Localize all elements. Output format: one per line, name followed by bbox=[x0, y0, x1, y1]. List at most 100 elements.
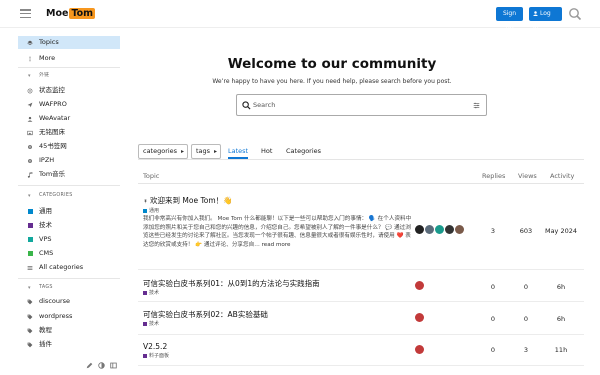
section-heading: TAGS bbox=[39, 285, 53, 290]
sidebar-item-label: 45书签网 bbox=[39, 142, 67, 150]
sidebar-item-topics[interactable]: Topics bbox=[18, 36, 120, 49]
sidebar-category-cms[interactable]: CMS bbox=[18, 247, 120, 260]
column-views[interactable]: Views bbox=[518, 172, 537, 180]
sidebar-item-bookmarks[interactable]: 45书签网 bbox=[18, 140, 120, 153]
sidebar-section-tags[interactable]: ▾ TAGS bbox=[18, 283, 120, 293]
sidebar-item-label: Tom音乐 bbox=[39, 170, 66, 178]
topic-excerpt: 我们非常高兴有你加入我们。 Moe Tom 什么都能聊！以下是一些可以帮助您入门… bbox=[143, 215, 413, 249]
reply-count: 3 bbox=[490, 227, 496, 235]
tag-icon bbox=[27, 342, 33, 347]
search-input[interactable]: Search bbox=[236, 94, 487, 116]
send-icon bbox=[27, 102, 33, 107]
topic-title-text: 欢迎来到 Moe Tom！👋 bbox=[150, 196, 233, 205]
sign-up-button[interactable]: Sign Up bbox=[496, 7, 523, 31]
logo-text-moe: Moe bbox=[46, 8, 69, 19]
category-swatch bbox=[28, 237, 33, 242]
sidebar-item-wafpro[interactable]: WAFPRO bbox=[18, 98, 120, 111]
column-activity[interactable]: Activity bbox=[550, 172, 574, 180]
section-heading: CATEGORIES bbox=[39, 193, 73, 198]
topic-title[interactable]: V2.5.2 bbox=[143, 342, 167, 351]
tag-icon bbox=[27, 328, 33, 333]
reply-count: 0 bbox=[490, 346, 496, 354]
tags-dropdown[interactable]: tags ▸ bbox=[191, 144, 221, 159]
sidebar: Topics More ▾ 外链 状态监控 WAFPRO WeAvatar 无铭… bbox=[18, 36, 120, 375]
sidebar-item-label: discourse bbox=[39, 297, 71, 305]
topic-row[interactable]: 可信实验白皮书系列02：AB实验基础 技术 0 0 6h bbox=[138, 303, 584, 335]
sidebar-item-label: WAFPRO bbox=[39, 100, 67, 108]
topic-title[interactable]: 可信实验白皮书系列02：AB实验基础 bbox=[143, 309, 268, 320]
topic-category[interactable]: 技术 bbox=[143, 289, 159, 296]
tag-icon bbox=[27, 299, 33, 304]
sidebar-item-label: 教程 bbox=[39, 326, 52, 334]
sidebar-item-status[interactable]: 状态监控 bbox=[18, 84, 120, 97]
categories-dropdown[interactable]: categories ▸ bbox=[138, 144, 188, 159]
avatar[interactable] bbox=[425, 225, 434, 234]
topic-row[interactable]: V2.5.2 料子面板 0 3 11h bbox=[138, 336, 584, 366]
welcome-title: Welcome to our community bbox=[227, 56, 437, 72]
sidebar-divider bbox=[18, 185, 120, 186]
avatar[interactable] bbox=[415, 281, 424, 290]
topic-category[interactable]: 料子面板 bbox=[143, 352, 169, 359]
category-label: 技术 bbox=[149, 321, 160, 327]
topic-title[interactable]: 欢迎来到 Moe Tom！👋 bbox=[143, 195, 232, 206]
avatar[interactable] bbox=[415, 345, 424, 354]
topic-category[interactable]: 技术 bbox=[143, 320, 159, 327]
search-icon bbox=[242, 101, 251, 110]
category-swatch bbox=[143, 208, 147, 213]
sidebar-collapse-icon[interactable] bbox=[110, 362, 117, 369]
sidebar-category-general[interactable]: 通用 bbox=[18, 205, 120, 218]
sidebar-item-weavatar[interactable]: WeAvatar bbox=[18, 112, 120, 125]
sidebar-category-tech[interactable]: 技术 bbox=[18, 219, 120, 232]
sidebar-tag-plugin[interactable]: 插件 bbox=[18, 338, 120, 351]
activity-time[interactable]: 11h bbox=[541, 346, 581, 354]
search-icon[interactable] bbox=[568, 7, 582, 21]
avatar[interactable] bbox=[415, 225, 424, 234]
sidebar-item-music[interactable]: Tom音乐 bbox=[18, 168, 120, 181]
chevron-down-icon: ▾ bbox=[28, 285, 31, 291]
sidebar-footer bbox=[86, 362, 126, 370]
avatar[interactable] bbox=[415, 313, 424, 322]
sidebar-all-categories[interactable]: All categories bbox=[18, 261, 120, 274]
sidebar-tag-wordpress[interactable]: wordpress bbox=[18, 310, 120, 323]
search-options-icon[interactable] bbox=[473, 102, 480, 109]
read-more-link[interactable]: read more bbox=[262, 242, 291, 248]
activity-time[interactable]: 6h bbox=[541, 315, 581, 323]
sidebar-tag-tutorial[interactable]: 教程 bbox=[18, 324, 120, 337]
log-in-button[interactable]: Log In bbox=[529, 7, 562, 31]
sidebar-section-categories[interactable]: ▾ CATEGORIES bbox=[18, 191, 120, 201]
hamburger-menu-icon[interactable] bbox=[20, 9, 31, 19]
sidebar-item-label: 状态监控 bbox=[39, 86, 65, 94]
sidebar-item-image-host[interactable]: 无铭图床 bbox=[18, 126, 120, 139]
topic-row[interactable]: 可信实验白皮书系列01：从0到1的方法论与实践指南 技术 0 0 6h bbox=[138, 271, 584, 302]
topic-category[interactable]: 通用 bbox=[143, 207, 159, 214]
avatar[interactable] bbox=[455, 225, 464, 234]
category-swatch bbox=[143, 353, 147, 358]
avatar[interactable] bbox=[435, 225, 444, 234]
sidebar-divider bbox=[18, 67, 120, 68]
tab-hot[interactable]: Hot bbox=[261, 145, 272, 159]
tab-latest[interactable]: Latest bbox=[228, 145, 249, 159]
chevron-right-icon: ▸ bbox=[180, 148, 184, 155]
column-replies[interactable]: Replies bbox=[482, 172, 505, 180]
sidebar-section-links[interactable]: ▾ 外链 bbox=[18, 71, 120, 81]
activity-time[interactable]: May 2024 bbox=[541, 227, 581, 235]
user-icon bbox=[533, 11, 538, 16]
pencil-icon[interactable] bbox=[86, 362, 93, 369]
chevron-down-icon: ▾ bbox=[28, 73, 31, 79]
topic-row[interactable]: 欢迎来到 Moe Tom！👋 通用 我们非常高兴有你加入我们。 Moe Tom … bbox=[138, 185, 584, 270]
sidebar-item-more[interactable]: More bbox=[18, 52, 120, 65]
theme-toggle-icon[interactable] bbox=[98, 362, 105, 369]
sidebar-tag-discourse[interactable]: discourse bbox=[18, 295, 120, 308]
category-swatch bbox=[143, 321, 147, 326]
activity-time[interactable]: 6h bbox=[541, 283, 581, 291]
poster-avatars bbox=[415, 225, 465, 234]
sidebar-item-ipzh[interactable]: IPZH bbox=[18, 154, 120, 167]
poster-avatars bbox=[415, 281, 425, 290]
tab-categories[interactable]: Categories bbox=[286, 145, 321, 159]
sidebar-category-vps[interactable]: VPS bbox=[18, 233, 120, 246]
column-topic[interactable]: Topic bbox=[143, 172, 159, 180]
avatar[interactable] bbox=[445, 225, 454, 234]
reply-count: 0 bbox=[490, 315, 496, 323]
topic-title[interactable]: 可信实验白皮书系列01：从0到1的方法论与实践指南 bbox=[143, 278, 320, 289]
site-logo[interactable]: Moe Tom bbox=[46, 7, 96, 21]
